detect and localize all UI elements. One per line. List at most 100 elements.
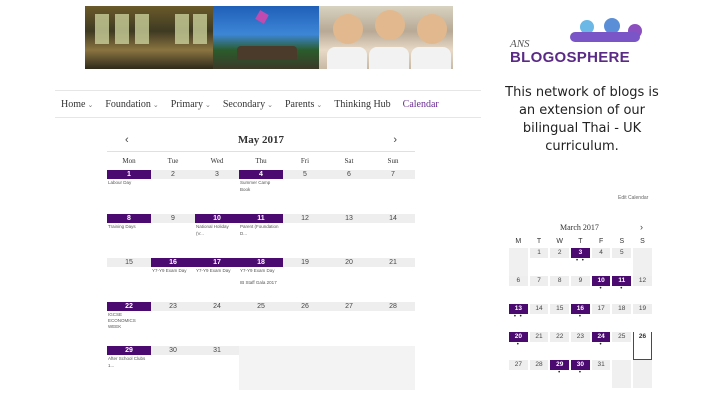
mini-day-cell[interactable]: 7: [529, 276, 550, 304]
mini-day-cell[interactable]: 1: [529, 248, 550, 276]
ans-blogosphere-logo[interactable]: ANS BLOGOSPHERE: [508, 18, 654, 68]
mini-day-cell[interactable]: 16 •: [570, 304, 591, 332]
event-link[interactable]: (V...: [195, 230, 239, 237]
mini-day-cell[interactable]: 4: [591, 248, 612, 276]
event-dot-icon: •: [599, 286, 603, 292]
month-calendar: ‹ May 2017 › Mon Tue Wed Thu Fri Sat Sun 1 Labo…: [107, 128, 415, 390]
day-cell[interactable]: 22 IGCSE ECONOMICS WEEK: [107, 302, 151, 346]
chevron-down-icon: ⌄: [152, 100, 159, 109]
event-link[interactable]: WEEK: [107, 323, 151, 330]
nav-item-home[interactable]: Home ⌄: [55, 99, 99, 110]
mini-day-cell[interactable]: 12: [632, 276, 653, 304]
mini-day-cell[interactable]: 9: [570, 276, 591, 304]
day-number: 2: [151, 170, 195, 179]
day-cell[interactable]: 15: [107, 258, 151, 302]
day-cell[interactable]: 23: [151, 302, 195, 346]
day-cell[interactable]: 24: [195, 302, 239, 346]
day-cell[interactable]: 19: [283, 258, 327, 302]
mini-day-cell[interactable]: 19: [632, 304, 653, 332]
nav-item-primary[interactable]: Primary ⌄: [165, 99, 217, 110]
day-cell[interactable]: 31: [195, 346, 239, 390]
mini-day-cell[interactable]: 29 •: [549, 360, 570, 388]
day-cell[interactable]: 14: [371, 214, 415, 258]
mini-day-cell[interactable]: 22: [549, 332, 570, 360]
mini-day-number: 1: [529, 248, 549, 258]
mini-day-cell[interactable]: 24 •: [591, 332, 612, 360]
day-cell[interactable]: 16 Y7-Y9 Exam Day: [151, 258, 195, 302]
weekday-label: Sat: [344, 157, 354, 165]
mini-day-cell[interactable]: 5: [611, 248, 632, 276]
day-cell[interactable]: 12: [283, 214, 327, 258]
day-cell[interactable]: 13: [327, 214, 371, 258]
day-cell[interactable]: 29 After School Clubs 1...: [107, 346, 151, 390]
day-cell[interactable]: 3: [195, 170, 239, 214]
day-cell[interactable]: 26: [283, 302, 327, 346]
event-link[interactable]: D...: [239, 230, 283, 237]
day-cell[interactable]: 21: [371, 258, 415, 302]
event-link[interactable]: Training Days: [107, 223, 151, 230]
nav-item-thinking-hub[interactable]: Thinking Hub: [328, 99, 396, 110]
day-cell[interactable]: 10 National Holiday (V...: [195, 214, 239, 258]
mini-next-button[interactable]: ›: [640, 222, 643, 232]
event-link[interactable]: IB Staff Gala 2017: [239, 279, 283, 286]
day-number: 21: [371, 258, 415, 267]
day-cell[interactable]: 20: [327, 258, 371, 302]
day-cell[interactable]: 8 Training Days: [107, 214, 151, 258]
day-number: 23: [151, 302, 195, 311]
mini-day-cell[interactable]: 13 • •: [508, 304, 529, 332]
day-cell[interactable]: 25: [239, 302, 283, 346]
event-link[interactable]: Parent (Foundation: [239, 223, 283, 230]
mini-weekday-header: MTWTFSS: [508, 234, 653, 248]
prev-month-button[interactable]: ‹: [125, 134, 129, 146]
event-link[interactable]: Labour Day: [107, 179, 151, 186]
mini-day-cell[interactable]: 14: [529, 304, 550, 332]
mini-day-cell[interactable]: 30 •: [570, 360, 591, 388]
nav-item-foundation[interactable]: Foundation ⌄: [99, 99, 164, 110]
mini-day-cell[interactable]: 17: [591, 304, 612, 332]
day-cell[interactable]: 2: [151, 170, 195, 214]
mini-day-cell[interactable]: 11 •: [611, 276, 632, 304]
day-cell[interactable]: 27: [327, 302, 371, 346]
nav-item-label: Thinking Hub: [334, 98, 391, 110]
mini-empty-cell: [633, 360, 652, 388]
day-cell[interactable]: 17 Y7-Y9 Exam Day: [195, 258, 239, 302]
day-cell[interactable]: 4 Summer Camp Book: [239, 170, 283, 214]
mini-day-cell[interactable]: 18: [611, 304, 632, 332]
mini-day-cell[interactable]: 23: [570, 332, 591, 360]
nav-item-calendar[interactable]: Calendar: [397, 99, 445, 110]
calendar-week-row: 8 Training Days 9 10 National Holiday (V... 11…: [107, 214, 415, 258]
day-cell[interactable]: 30: [151, 346, 195, 390]
mini-day-cell[interactable]: 28: [529, 360, 550, 388]
event-link[interactable]: Book: [239, 186, 283, 193]
day-cell[interactable]: 28: [371, 302, 415, 346]
day-cell[interactable]: 18 Y7-Y9 Exam Day IB Staff Gala 2017: [239, 258, 283, 302]
day-number: 16: [151, 258, 195, 267]
next-month-button[interactable]: ›: [393, 134, 397, 146]
event-link[interactable]: Y7-Y9 Exam Day: [151, 267, 195, 274]
mini-day-cell[interactable]: 15: [549, 304, 570, 332]
event-link[interactable]: Y7-Y9 Exam Day: [195, 267, 239, 274]
mini-day-cell[interactable]: 25: [611, 332, 632, 360]
nav-item-secondary[interactable]: Secondary ⌄: [217, 99, 279, 110]
day-cell[interactable]: 6: [327, 170, 371, 214]
mini-day-cell[interactable]: 6: [508, 276, 529, 304]
mini-day-cell[interactable]: 21: [529, 332, 550, 360]
day-cell[interactable]: 9: [151, 214, 195, 258]
mini-day-cell[interactable]: 8: [549, 276, 570, 304]
mini-day-cell[interactable]: 20 •: [508, 332, 529, 360]
day-cell[interactable]: 5: [283, 170, 327, 214]
mini-day-cell[interactable]: 3 • •: [570, 248, 591, 276]
mini-day-cell[interactable]: 31: [591, 360, 612, 388]
mini-today-cell[interactable]: 26: [633, 332, 652, 360]
event-link[interactable]: After School Clubs: [107, 355, 151, 362]
event-link[interactable]: 1...: [107, 362, 151, 369]
event-link[interactable]: IGCSE ECONOMICS: [107, 311, 151, 323]
mini-day-cell[interactable]: 2: [549, 248, 570, 276]
nav-item-parents[interactable]: Parents ⌄: [279, 99, 328, 110]
day-cell[interactable]: 7: [371, 170, 415, 214]
edit-calendar-link[interactable]: Edit Calendar: [618, 195, 648, 201]
day-cell[interactable]: 1 Labour Day: [107, 170, 151, 214]
day-cell[interactable]: 11 Parent (Foundation D...: [239, 214, 283, 258]
mini-day-cell[interactable]: 10 •: [591, 276, 612, 304]
mini-day-cell[interactable]: 27: [508, 360, 529, 388]
